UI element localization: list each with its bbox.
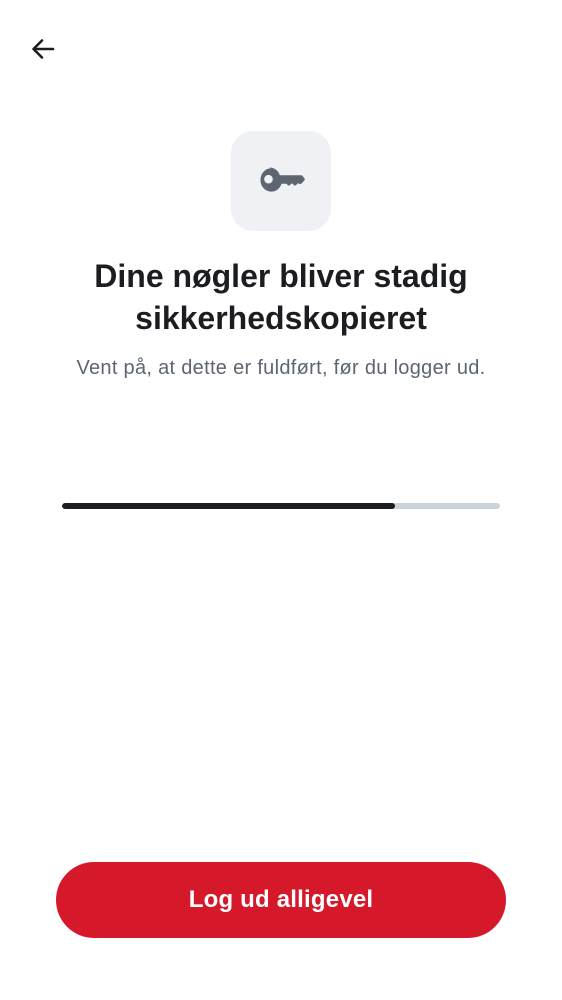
key-icon-tile [231,131,331,231]
arrow-left-icon [29,35,57,68]
logout-anyway-button[interactable]: Log ud alligevel [56,862,506,938]
back-button[interactable] [24,32,62,70]
page-subtitle: Vent på, at dette er fuldført, før du lo… [76,357,486,379]
key-icon [257,155,305,208]
backup-progress-fill [62,503,395,509]
backup-progress-bar [62,503,500,509]
page-title: Dine nøgler bliver stadig sikkerhedskopi… [94,258,468,336]
